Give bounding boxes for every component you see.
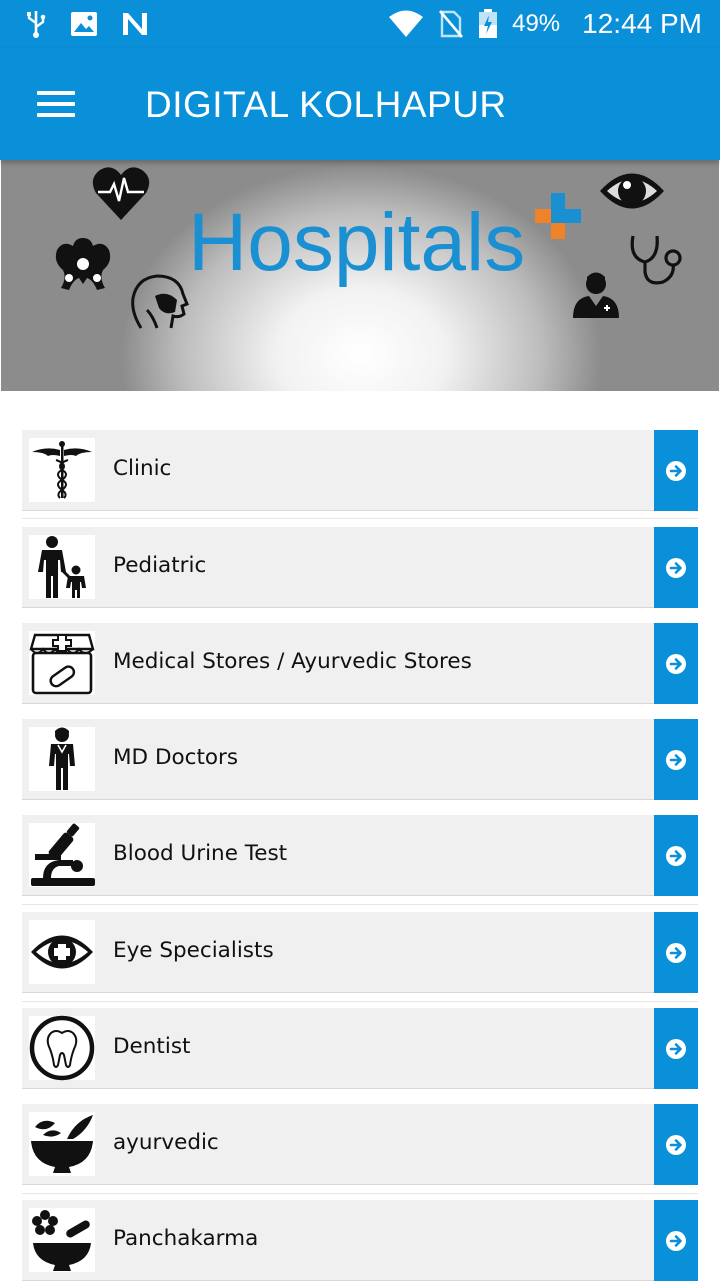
medical-plus-icon xyxy=(535,193,581,239)
list-item[interactable]: Dentist xyxy=(22,1008,698,1089)
arrow-right-circle-icon[interactable] xyxy=(654,912,698,993)
battery-icon xyxy=(479,9,498,38)
list-item-label: Pediatric xyxy=(113,553,207,578)
eye-plus-icon xyxy=(29,920,95,984)
battery-percent: 49% xyxy=(512,10,561,37)
n-notification-icon xyxy=(123,13,147,35)
list-item-label: Eye Specialists xyxy=(113,938,274,963)
head-anatomy-icon xyxy=(131,274,189,329)
arrow-right-circle-icon[interactable] xyxy=(654,1008,698,1089)
list-item-label: Dentist xyxy=(113,1034,191,1059)
stethoscope-icon xyxy=(630,235,682,285)
arrow-right-circle-icon[interactable] xyxy=(654,815,698,896)
list-item[interactable]: Medical Stores / Ayurvedic Stores xyxy=(22,623,698,704)
divider xyxy=(22,1193,698,1194)
list-item[interactable]: Blood Urine Test xyxy=(22,815,698,896)
flower-mortar-icon xyxy=(29,1208,95,1272)
no-sim-icon xyxy=(439,10,464,38)
hospitals-banner: Hospitals xyxy=(1,160,719,391)
eye-icon xyxy=(600,173,664,209)
heart-pulse-icon xyxy=(92,167,150,220)
list-item-label: ayurvedic xyxy=(113,1130,219,1155)
divider xyxy=(22,518,698,519)
list-item[interactable]: Eye Specialists xyxy=(22,912,698,993)
status-bar: 49% 12:44 PM xyxy=(0,0,720,48)
list-item[interactable]: Panchakarma xyxy=(22,1200,698,1281)
clock: 12:44 PM xyxy=(582,8,702,39)
doctor-icon xyxy=(573,272,619,318)
parent-child-icon xyxy=(29,535,95,599)
status-right-icons: 49% 12:44 PM xyxy=(388,8,702,40)
arrow-right-circle-icon[interactable] xyxy=(654,527,698,608)
arrow-right-circle-icon[interactable] xyxy=(654,430,698,511)
usb-icon xyxy=(27,11,46,38)
microscope-icon xyxy=(29,823,95,887)
pelvis-icon xyxy=(55,238,111,290)
divider xyxy=(22,1001,698,1002)
list-item[interactable]: ayurvedic xyxy=(22,1104,698,1185)
divider xyxy=(22,904,698,905)
image-icon xyxy=(71,12,97,36)
arrow-right-circle-icon[interactable] xyxy=(654,1200,698,1281)
app-bar: DIGITAL KOLHAPUR xyxy=(0,48,720,160)
list-item-label: Clinic xyxy=(113,456,172,481)
pharmacy-store-icon xyxy=(29,631,95,695)
status-left-icons xyxy=(24,8,150,40)
tooth-icon xyxy=(29,1015,95,1081)
mortar-pestle-icon xyxy=(29,1112,95,1176)
arrow-right-circle-icon[interactable] xyxy=(654,623,698,704)
list-item[interactable]: MD Doctors xyxy=(22,719,698,800)
list-item-label: MD Doctors xyxy=(113,745,239,770)
list-item[interactable]: Pediatric xyxy=(22,527,698,608)
list-item-label: Medical Stores / Ayurvedic Stores xyxy=(113,649,472,674)
app-title: DIGITAL KOLHAPUR xyxy=(145,84,507,125)
arrow-right-circle-icon[interactable] xyxy=(654,1104,698,1185)
doctor-figure-icon xyxy=(29,727,95,791)
banner-title: Hospitals xyxy=(188,197,526,288)
caduceus-icon xyxy=(29,438,95,502)
hamburger-menu-icon[interactable] xyxy=(28,80,84,128)
arrow-right-circle-icon[interactable] xyxy=(654,719,698,800)
list-item[interactable]: Clinic xyxy=(22,430,698,511)
list-item-label: Panchakarma xyxy=(113,1226,259,1251)
list-item-label: Blood Urine Test xyxy=(113,841,288,866)
wifi-icon xyxy=(389,10,424,37)
